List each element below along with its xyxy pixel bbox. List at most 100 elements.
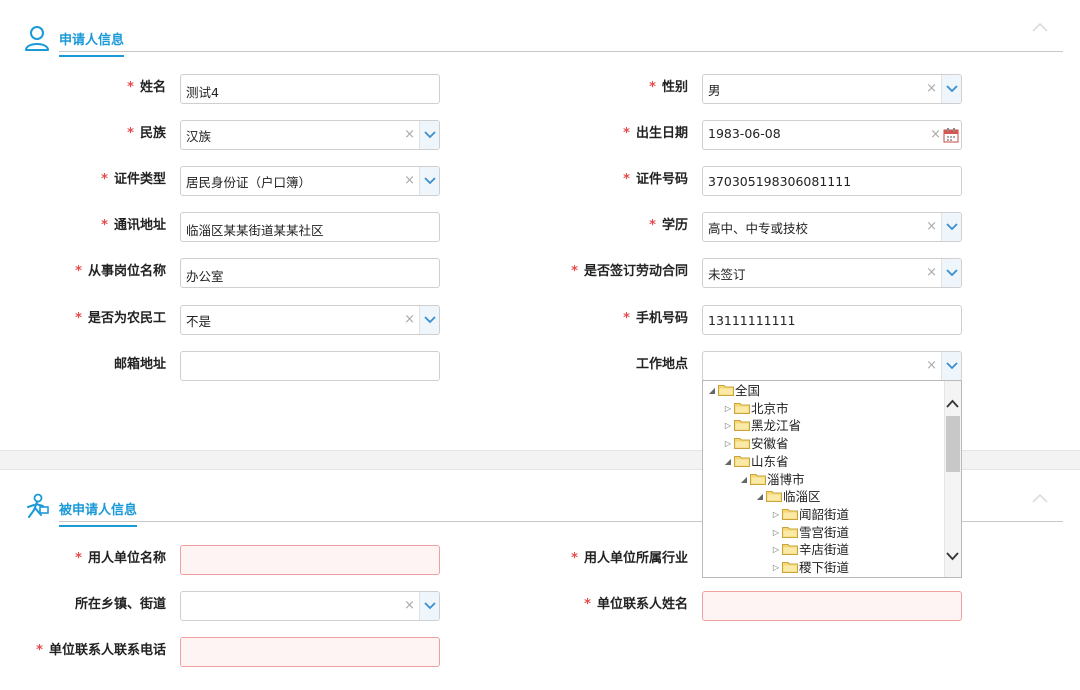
employer-name-input[interactable] — [180, 545, 440, 575]
tree-node-label: 稷下街道 — [799, 560, 850, 575]
collapse-toggle-icon[interactable]: ◢ — [722, 453, 734, 471]
clear-icon[interactable]: × — [404, 599, 415, 613]
chevron-down-icon — [424, 131, 436, 139]
clear-icon[interactable]: × — [930, 128, 941, 142]
tree-node[interactable]: ◢ 全国 — [706, 382, 760, 400]
tree-node-label: 闻韶街道 — [799, 506, 850, 522]
scrollbar-thumb[interactable] — [946, 416, 960, 472]
dropdown-button[interactable] — [941, 75, 961, 103]
phone-input[interactable]: 13111111111 — [702, 305, 962, 335]
section-divider — [59, 51, 1063, 52]
phone-value: 13111111111 — [708, 313, 796, 328]
address-input[interactable]: 临淄区某某街道某某社区 — [180, 212, 440, 242]
migrant-worker-select[interactable]: 不是 × — [180, 305, 440, 335]
id-type-select[interactable]: 居民身份证（户口簿） × — [180, 166, 440, 196]
collapse-toggle-icon[interactable]: ◢ — [738, 471, 750, 489]
dropdown-button[interactable] — [941, 213, 961, 241]
tree-node[interactable]: ▷ 辛店街道 — [770, 541, 849, 559]
dropdown-button[interactable] — [419, 306, 439, 334]
collapse-chevron-up-icon[interactable] — [1032, 22, 1048, 32]
collapse-toggle-icon[interactable]: ◢ — [706, 382, 718, 400]
dropdown-button[interactable] — [941, 352, 961, 380]
tree-node[interactable]: ▷ 闻韶街道 — [770, 506, 849, 524]
tree-node[interactable]: ◢ 淄博市 — [738, 471, 805, 489]
education-value: 高中、中专或技校 — [708, 221, 809, 236]
id-number-value: 370305198306081111 — [708, 174, 852, 189]
dropdown-button[interactable] — [419, 592, 439, 620]
expand-toggle-icon[interactable]: ▷ — [770, 524, 782, 542]
respondent-section-title: 被申请人信息 — [59, 499, 138, 527]
folder-icon — [734, 420, 750, 432]
chevron-down-icon — [424, 316, 436, 324]
email-label: 邮箱地址 — [113, 357, 166, 372]
collapse-chevron-up-icon[interactable] — [1032, 493, 1048, 503]
expand-toggle-icon[interactable]: ▷ — [770, 506, 782, 524]
contract-select[interactable]: 未签订 × — [702, 258, 962, 288]
expand-toggle-icon[interactable]: ▷ — [770, 559, 782, 577]
clear-icon[interactable]: × — [926, 82, 937, 96]
tree-node[interactable]: ◢ 山东省 — [722, 453, 789, 471]
industry-label: * 用人单位所属行业 — [571, 551, 688, 566]
chevron-down-icon — [424, 177, 436, 185]
contact-name-label: * 单位联系人姓名 — [584, 597, 688, 612]
education-select[interactable]: 高中、中专或技校 × — [702, 212, 962, 242]
collapse-toggle-icon[interactable]: ◢ — [754, 488, 766, 506]
ethnicity-label: * 民族 — [127, 126, 166, 141]
scroll-down-icon[interactable] — [946, 551, 959, 561]
applicant-section-header: 申请人信息 — [0, 18, 1080, 74]
tree-node-label: 全国 — [735, 383, 761, 398]
tree-node-label: 淄博市 — [767, 471, 805, 487]
clear-icon[interactable]: × — [404, 313, 415, 327]
address-label: * 通讯地址 — [101, 218, 166, 233]
expand-toggle-icon[interactable]: ▷ — [770, 541, 782, 559]
tree-node-label: 临淄区 — [783, 489, 821, 505]
expand-toggle-icon[interactable]: ▷ — [722, 417, 734, 435]
dropdown-button[interactable] — [941, 259, 961, 287]
folder-icon — [734, 402, 750, 414]
clear-icon[interactable]: × — [926, 359, 937, 373]
expand-toggle-icon[interactable]: ▷ — [722, 435, 734, 453]
clear-icon[interactable]: × — [926, 266, 937, 280]
ethnicity-select[interactable]: 汉族 × — [180, 120, 440, 150]
town-label: 所在乡镇、街道 — [74, 597, 166, 612]
tree-node[interactable]: ▷ 黑龙江省 — [722, 417, 801, 435]
birth-date-input[interactable]: 1983-06-08 × — [702, 120, 962, 150]
clear-icon[interactable]: × — [404, 174, 415, 188]
migrant-worker-label: * 是否为农民工 — [75, 311, 166, 326]
clear-icon[interactable]: × — [404, 128, 415, 142]
tree-node[interactable]: ▷ 稷下街道 — [770, 559, 849, 577]
clear-icon[interactable]: × — [926, 220, 937, 234]
job-title-input[interactable]: 办公室 — [180, 258, 440, 288]
workplace-label: 工作地点 — [635, 357, 688, 372]
ethnicity-value: 汉族 — [186, 129, 212, 144]
chevron-down-icon — [946, 269, 958, 277]
contact-phone-input[interactable] — [180, 637, 440, 667]
contract-value: 未签订 — [708, 267, 746, 282]
employer-name-label: * 用人单位名称 — [75, 551, 166, 566]
dropdown-button[interactable] — [419, 167, 439, 195]
worker-icon — [27, 493, 49, 518]
contact-name-input[interactable] — [702, 591, 962, 621]
tree-node-label: 黑龙江省 — [751, 418, 802, 434]
name-input[interactable]: 测试4 — [180, 74, 440, 104]
expand-toggle-icon[interactable]: ▷ — [722, 400, 734, 418]
scrollbar[interactable] — [944, 381, 961, 577]
town-select[interactable]: × — [180, 591, 440, 621]
folder-open-icon — [766, 491, 782, 503]
scroll-up-icon[interactable] — [946, 399, 959, 409]
job-title-value: 办公室 — [186, 269, 224, 284]
tree-node[interactable]: ▷ 雪宫街道 — [770, 524, 849, 542]
tree-node[interactable]: ▷ 北京市 — [722, 400, 789, 418]
id-number-input[interactable]: 370305198306081111 — [702, 166, 962, 196]
tree-node[interactable]: ▷ 安徽省 — [722, 435, 789, 453]
tree-node-label: 北京市 — [751, 400, 789, 416]
workplace-select[interactable]: × — [702, 351, 962, 381]
email-input[interactable] — [180, 351, 440, 381]
workplace-tree-dropdown[interactable]: ◢ 全国 ▷ 北京市 ▷ 黑龙江省 ▷ 安徽省 ◢ 山东省 ◢ 淄博市 ◢ 临淄区 ▷ 闻韶街道 ▷ 雪宫街道 ▷ 辛… — [702, 380, 962, 578]
applicant-section-title: 申请人信息 — [59, 29, 125, 57]
tree-node[interactable]: ◢ 临淄区 — [754, 488, 821, 506]
migrant-worker-value: 不是 — [186, 314, 212, 329]
gender-select[interactable]: 男 × — [702, 74, 962, 104]
dropdown-button[interactable] — [419, 121, 439, 149]
calendar-icon[interactable] — [943, 127, 959, 143]
